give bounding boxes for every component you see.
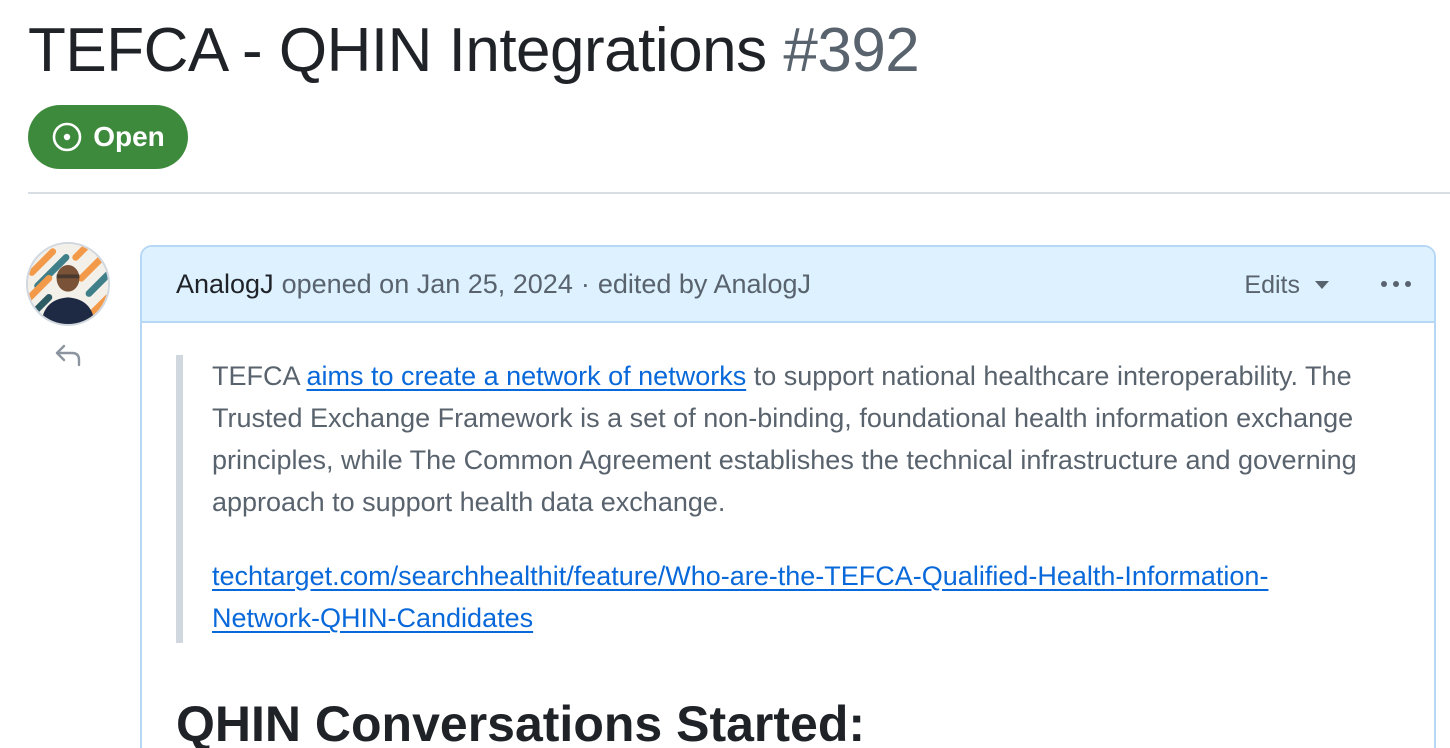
comment-edited-text[interactable]: edited by AnalogJ — [598, 269, 811, 300]
issue-state-label: Open — [93, 121, 165, 152]
issue-title-text: TEFCA - QHIN Integrations — [28, 16, 767, 85]
quote-block: TEFCA aims to create a network of networ… — [176, 355, 1406, 643]
quote-source: techtarget.com/searchhealthit/feature/Wh… — [212, 555, 1406, 643]
source-link-line2: Network-QHIN-Candidates — [212, 603, 534, 633]
comment-header: AnalogJ opened on Jan 25, 2024 · edited … — [142, 247, 1434, 323]
header-divider — [28, 192, 1450, 194]
section-heading: QHIN Conversations Started: — [176, 696, 866, 748]
comment-author[interactable]: AnalogJ — [176, 269, 274, 300]
issue-state-badge: Open — [28, 105, 188, 169]
comment-body: TEFCA aims to create a network of networ… — [142, 323, 1434, 748]
issue-opened-icon — [52, 122, 82, 152]
edits-label: Edits — [1244, 270, 1300, 299]
issue-title: TEFCA - QHIN Integrations #392 — [28, 14, 920, 88]
kebab-horizontal-icon[interactable] — [1376, 269, 1416, 299]
source-link[interactable]: techtarget.com/searchhealthit/feature/Wh… — [212, 561, 1268, 633]
issue-number: #392 — [783, 16, 920, 85]
avatar[interactable] — [26, 242, 110, 326]
source-link-line1: techtarget.com/searchhealthit/feature/Wh… — [212, 561, 1269, 591]
comment-opened-text: opened on Jan 25, 2024 — [281, 268, 573, 299]
issue-comment: AnalogJ opened on Jan 25, 2024 · edited … — [140, 245, 1436, 748]
avatar-image — [28, 244, 108, 324]
quote-text-start: TEFCA — [212, 361, 307, 391]
quote-paragraph: TEFCA aims to create a network of networ… — [212, 355, 1406, 523]
reply-icon[interactable] — [52, 340, 84, 370]
comment-separator: · — [580, 268, 590, 299]
edits-dropdown[interactable]: Edits — [1244, 247, 1330, 323]
triangle-down-icon — [1315, 281, 1329, 289]
network-of-networks-link[interactable]: aims to create a network of networks — [307, 361, 747, 391]
issue-page: TEFCA - QHIN Integrations #392 Open Anal… — [0, 0, 1450, 748]
